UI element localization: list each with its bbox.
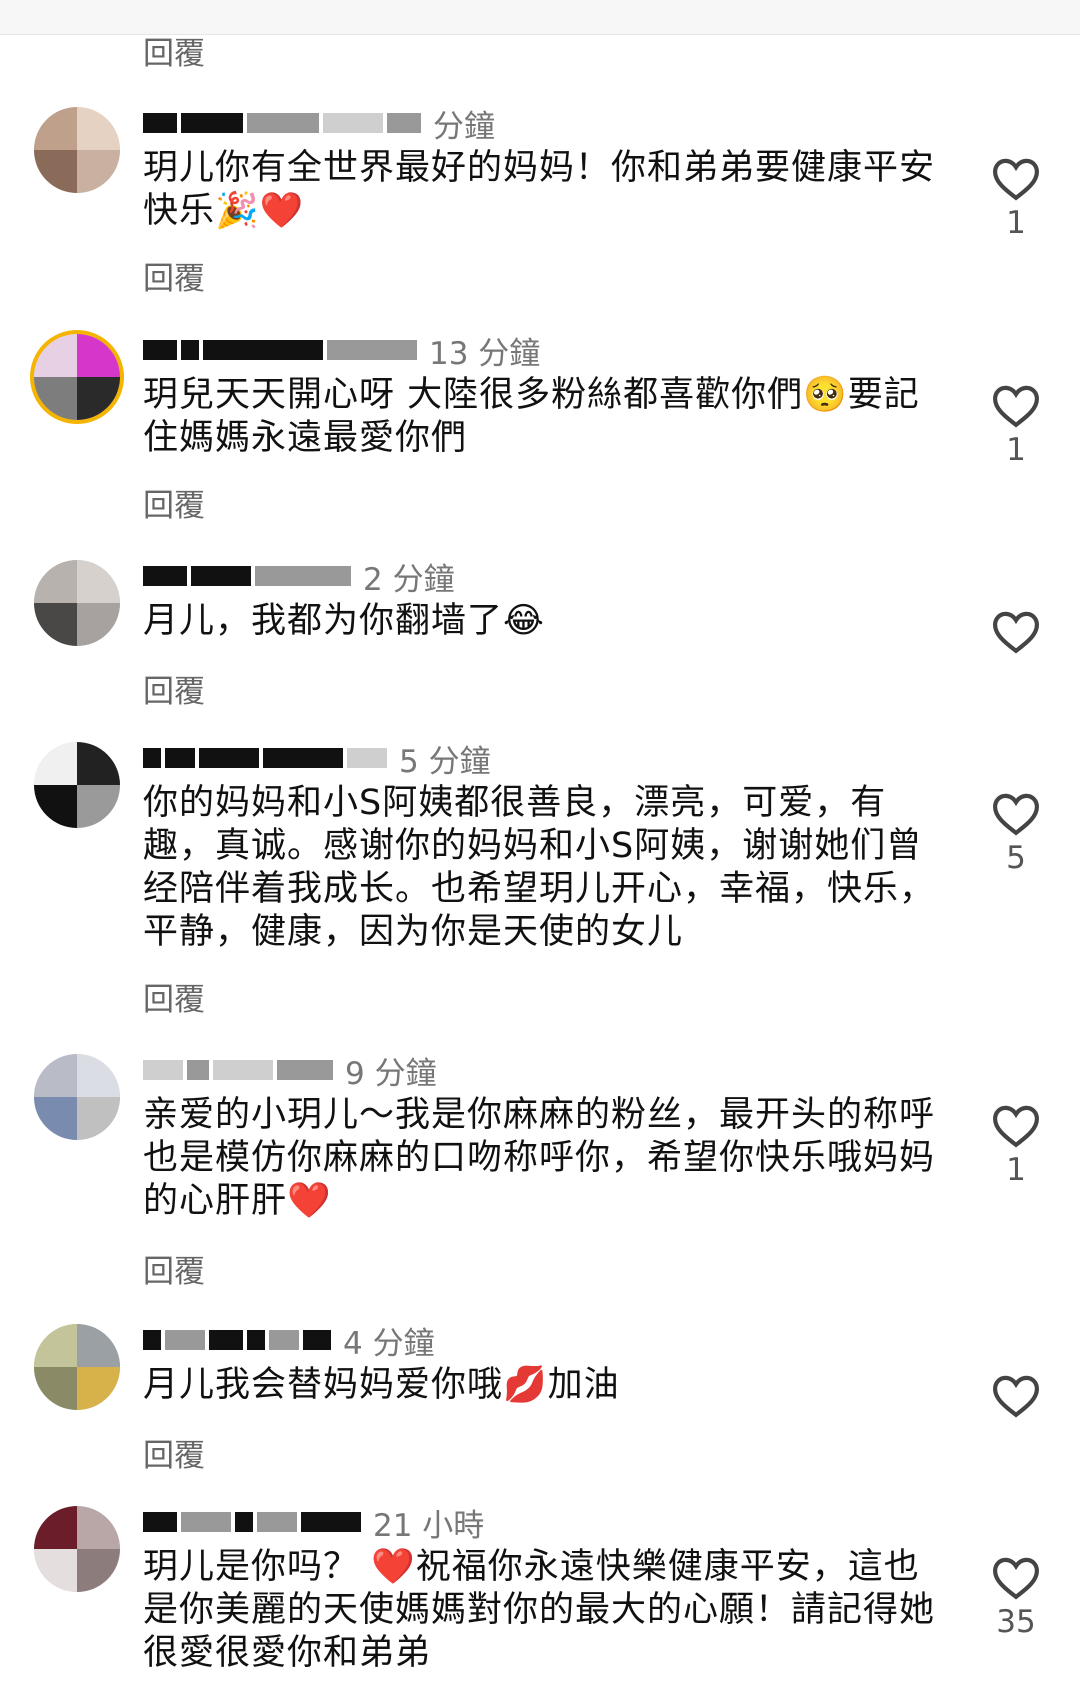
heart-icon[interactable] [990, 1102, 1042, 1148]
reply-button[interactable]: 回覆 [143, 1430, 205, 1475]
like-count: 1 [1006, 1152, 1026, 1188]
comment-time: 13 分鐘 [429, 335, 541, 372]
heart-icon[interactable] [990, 790, 1042, 836]
comment-time: 5 分鐘 [399, 743, 491, 780]
comment-time: 分鐘 [433, 108, 495, 145]
comment-time: 2 分鐘 [363, 561, 455, 598]
username-redacted[interactable] [143, 103, 421, 143]
comment-text: 亲爱的小玥儿～我是你麻麻的粉丝，最开头的称呼也是模仿你麻麻的口吻称呼你，希望你快… [143, 1095, 936, 1221]
avatar[interactable] [34, 742, 120, 828]
comment-text: 你的妈妈和小S阿姨都很善良，漂亮，可爱，有趣，真诚。感谢你的妈妈和小S阿姨，谢谢… [143, 783, 936, 952]
comment-text: 月儿，我都为你翻墙了😂 [143, 601, 545, 641]
username-redacted[interactable] [143, 330, 417, 370]
comment-time: 9 分鐘 [345, 1055, 437, 1092]
comment-text: 玥儿你有全世界最好的妈妈！你和弟弟要健康平安快乐🎉❤️ [143, 148, 936, 231]
comment-list: 分鐘 玥儿你有全世界最好的妈妈！你和弟弟要健康平安快乐🎉❤️ 回覆 1 13 分… [0, 0, 1080, 1691]
reply-button[interactable]: 回覆 [143, 666, 205, 711]
reply-button[interactable]: 回覆 [143, 253, 205, 298]
comment-text: 玥兒天天開心呀 大陸很多粉絲都喜歡你們🥺要記住媽媽永遠最愛你們 [143, 375, 920, 458]
comment-text: 玥儿是你吗？ ❤️祝福你永遠快樂健康平安，這也是你美麗的天使媽媽對你的最大的心願… [143, 1547, 936, 1673]
username-redacted[interactable] [143, 1050, 333, 1090]
reply-button[interactable]: 回覆 [143, 1246, 205, 1291]
avatar[interactable] [34, 1054, 120, 1140]
comment-time: 21 小時 [373, 1507, 485, 1544]
reply-button[interactable]: 回覆 [143, 480, 205, 525]
heart-icon[interactable] [990, 608, 1042, 654]
avatar[interactable] [34, 560, 120, 646]
heart-icon[interactable] [990, 155, 1042, 201]
like-count: 5 [1006, 840, 1026, 876]
heart-icon[interactable] [990, 1372, 1042, 1418]
avatar[interactable] [34, 1324, 120, 1410]
comment-text: 月儿我会替妈妈爱你哦💋加油 [143, 1365, 620, 1405]
username-redacted[interactable] [143, 738, 387, 778]
username-redacted[interactable] [143, 1320, 331, 1360]
like-count: 1 [1006, 432, 1026, 468]
heart-icon[interactable] [990, 382, 1042, 428]
avatar[interactable] [34, 334, 120, 420]
username-redacted[interactable] [143, 556, 351, 596]
comment-time: 4 分鐘 [343, 1325, 435, 1362]
avatar[interactable] [34, 1506, 120, 1592]
like-count: 1 [1006, 205, 1026, 241]
heart-icon[interactable] [990, 1554, 1042, 1600]
username-redacted[interactable] [143, 1502, 361, 1542]
like-count: 35 [996, 1604, 1036, 1640]
reply-button[interactable]: 回覆 [143, 974, 205, 1019]
avatar[interactable] [34, 107, 120, 193]
